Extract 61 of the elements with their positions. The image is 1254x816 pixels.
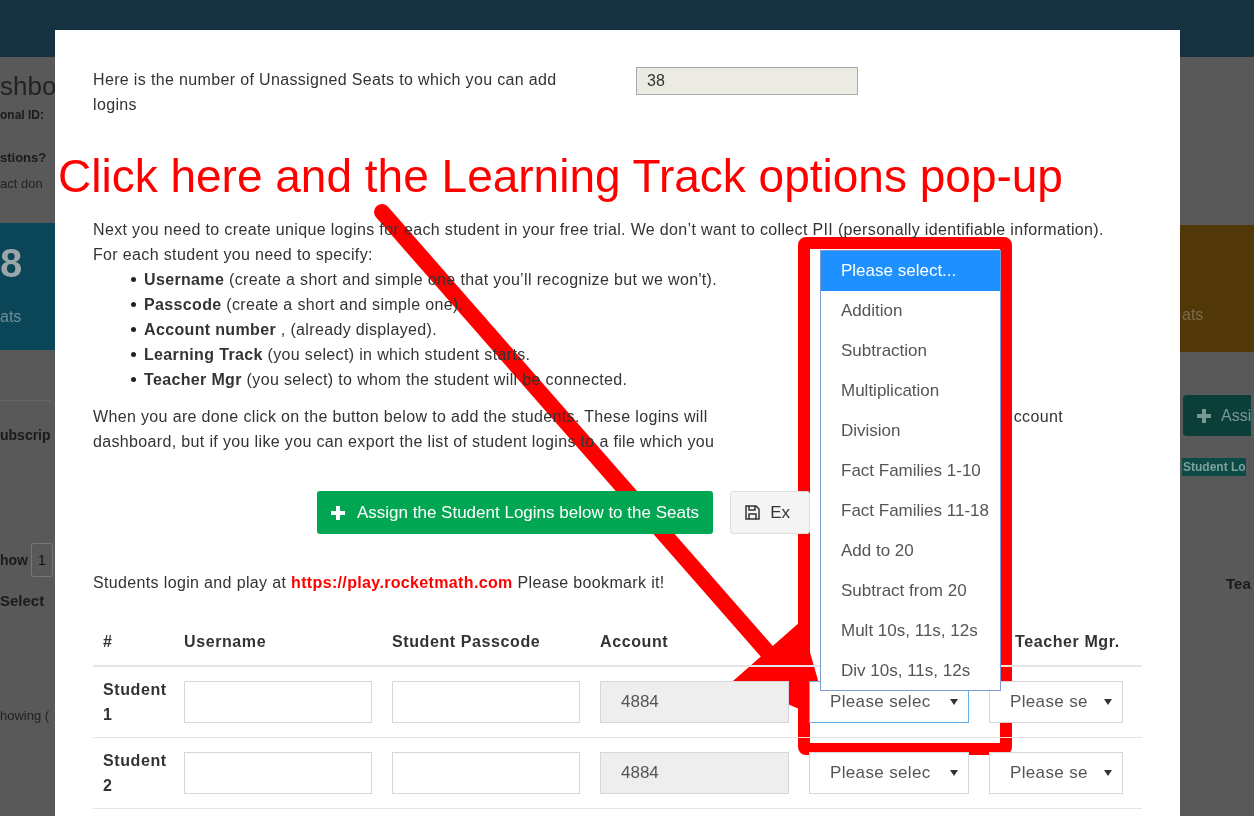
- menu-option[interactable]: Mult 10s, 11s, 12s: [821, 611, 1000, 651]
- caret-icon: [950, 699, 958, 705]
- bullet-icon: [131, 302, 136, 307]
- instructions-text: ccount: [1013, 407, 1063, 427]
- stat-value: 8: [0, 241, 23, 285]
- stat-label: ats: [1182, 305, 1205, 325]
- username-field[interactable]: [184, 681, 372, 723]
- student-logins-tag: Student Lo: [1182, 458, 1246, 476]
- column-header: Username: [184, 632, 268, 652]
- caret-icon: [1104, 699, 1112, 705]
- assign-button[interactable]: Assi: [1183, 395, 1252, 436]
- column-header: Teacher Mgr.: [1014, 632, 1120, 652]
- field-description: Account number , (already displayed).: [144, 320, 438, 340]
- questions-heading: stions?: [0, 149, 47, 167]
- bullet-icon: [131, 277, 136, 282]
- instructions-text: dashboard, but if you like you can export the list of student logins to a file which you: [93, 432, 715, 452]
- row-label: Student 2: [102, 751, 168, 796]
- teacher-select[interactable]: Please se: [989, 752, 1123, 794]
- bullet-icon: [131, 352, 136, 357]
- column-header: Student Passcode: [392, 632, 542, 652]
- menu-option[interactable]: Subtraction: [821, 331, 1000, 371]
- save-icon: [745, 505, 761, 520]
- bullet-icon: [131, 377, 136, 382]
- account-id-label: onal ID:: [0, 107, 44, 123]
- bullet-icon: [131, 327, 136, 332]
- unassigned-seats-field: 38: [636, 67, 858, 95]
- play-link[interactable]: https://play.rocketmath.com: [291, 574, 513, 591]
- plus-icon: [1197, 408, 1211, 423]
- export-button[interactable]: Ex: [730, 491, 811, 534]
- instructions-text: For each student you need to specify:: [93, 245, 374, 265]
- caret-icon: [950, 770, 958, 776]
- column-header: Select: [0, 591, 45, 611]
- page-title: shbo: [0, 71, 55, 101]
- menu-option[interactable]: Fact Families 1-10: [821, 451, 1000, 491]
- menu-option[interactable]: Subtract from 20: [821, 571, 1000, 611]
- learning-track-select[interactable]: Please selec: [809, 752, 969, 794]
- menu-option[interactable]: Fact Families 11-18: [821, 491, 1000, 531]
- username-field[interactable]: [184, 752, 372, 794]
- menu-option[interactable]: Add to 20: [821, 531, 1000, 571]
- stat-label: ats: [0, 307, 22, 327]
- column-header: Tea: [1226, 574, 1251, 594]
- account-field: 4884: [600, 681, 789, 723]
- menu-option[interactable]: Multiplication: [821, 371, 1000, 411]
- table-info-text: howing (: [0, 707, 50, 725]
- login-note: Students login and play at https://play.rocketmath.com Please bookmark it!: [93, 573, 665, 593]
- teacher-select[interactable]: Please se: [989, 681, 1123, 723]
- column-header: #: [102, 632, 114, 652]
- column-header: Account: [600, 632, 670, 652]
- row-label: Student 1: [102, 680, 168, 725]
- caret-icon: [1104, 770, 1112, 776]
- show-label: how: [0, 550, 28, 570]
- unassigned-seats-label: Here is the number of Unassigned Seats to which you can add logins: [93, 70, 558, 115]
- callout-text: Click here and the Learning Track options pop-up: [58, 149, 1063, 204]
- menu-option[interactable]: Division: [821, 411, 1000, 451]
- passcode-field[interactable]: [392, 681, 580, 723]
- account-field: 4884: [600, 752, 789, 794]
- menu-option[interactable]: Addition: [821, 291, 1000, 331]
- plus-icon: [331, 505, 345, 520]
- field-description: Teacher Mgr (you select) to whom the student will be connected.: [144, 370, 628, 390]
- section-heading: ubscrip: [0, 400, 51, 445]
- passcode-field[interactable]: [392, 752, 580, 794]
